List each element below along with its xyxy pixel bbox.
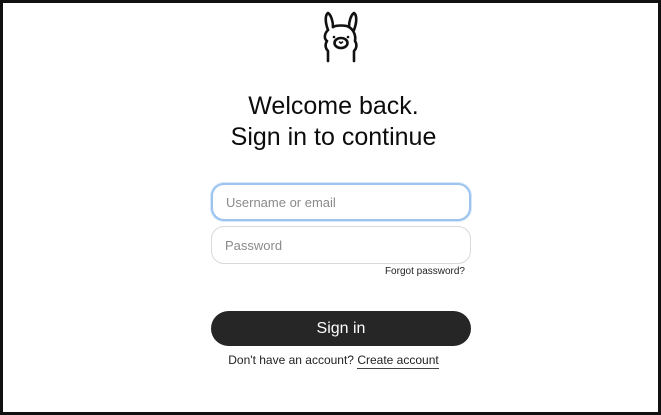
- signup-row: Don't have an account? Create account: [3, 353, 661, 369]
- signup-prompt: Don't have an account?: [228, 353, 354, 367]
- sign-in-button[interactable]: Sign in: [211, 311, 471, 346]
- username-input[interactable]: [211, 183, 471, 221]
- login-window: Welcome back. Sign in to continue Forgot…: [0, 0, 661, 415]
- llama-icon: [317, 10, 365, 64]
- create-account-link[interactable]: Create account: [357, 353, 439, 369]
- title-line-sign-in: Sign in to continue: [230, 123, 437, 151]
- password-input[interactable]: [211, 226, 471, 264]
- title-line-welcome: Welcome back.: [248, 92, 419, 120]
- forgot-password-link[interactable]: Forgot password?: [385, 266, 465, 277]
- page-title: Welcome back. Sign in to continue: [3, 91, 661, 153]
